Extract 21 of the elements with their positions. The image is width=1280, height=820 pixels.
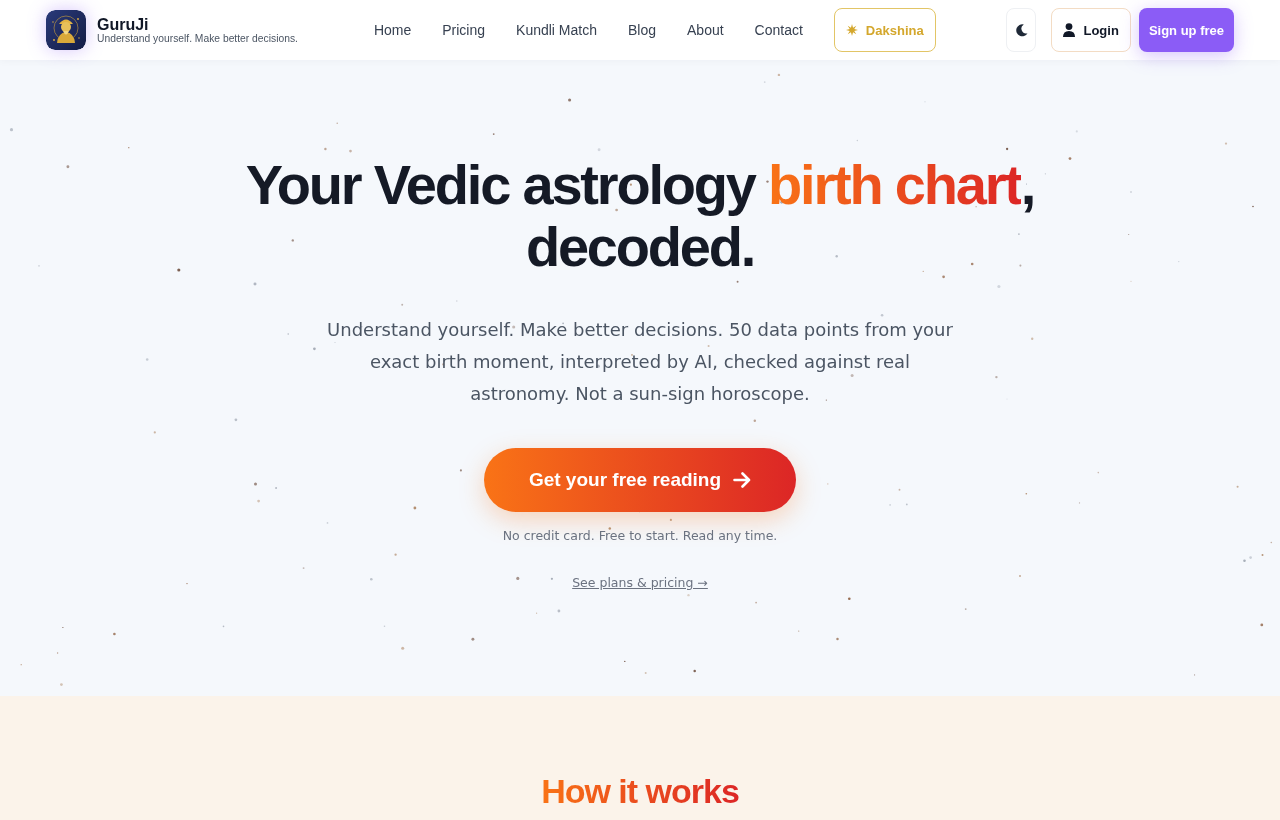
arrow-right-icon — [733, 472, 752, 488]
cta-note: No credit card. Free to start. Read any time. — [502, 527, 778, 545]
nav-link[interactable]: About — [687, 22, 724, 38]
cta-button[interactable]: Get your free reading — [483, 448, 797, 512]
signup-button[interactable]: Sign up free — [1138, 8, 1234, 52]
nav-link[interactable]: Contact — [754, 22, 803, 38]
nav-link[interactable]: Home — [373, 22, 412, 38]
brand-name[interactable]: GuruJi — [97, 15, 298, 33]
nav-link[interactable]: Kundli Match — [516, 22, 597, 38]
login-button[interactable]: Login — [1051, 8, 1131, 52]
pricing-link[interactable]: See plans & pricing → — [572, 574, 708, 592]
logo-icon[interactable] — [46, 10, 86, 50]
theme-toggle-button[interactable] — [1006, 8, 1037, 52]
hero-subtitle: Understand yourself. Make better decisions. 50 data points from your exact birth moment, interpreted by AI, checked against real astronomy. Not a sun-sign horoscope. — [326, 318, 954, 406]
moon-icon — [1015, 23, 1028, 37]
nav-link[interactable]: Blog — [628, 22, 656, 38]
user-icon — [1063, 23, 1076, 37]
nav-link[interactable]: Pricing — [442, 22, 486, 38]
brand-tagline: Understand yourself. Make better decisions. — [97, 32, 298, 45]
sparkle-icon — [845, 24, 858, 36]
hero-heading: Your Vedic astrology birth chart, decoded. — [244, 154, 1036, 278]
